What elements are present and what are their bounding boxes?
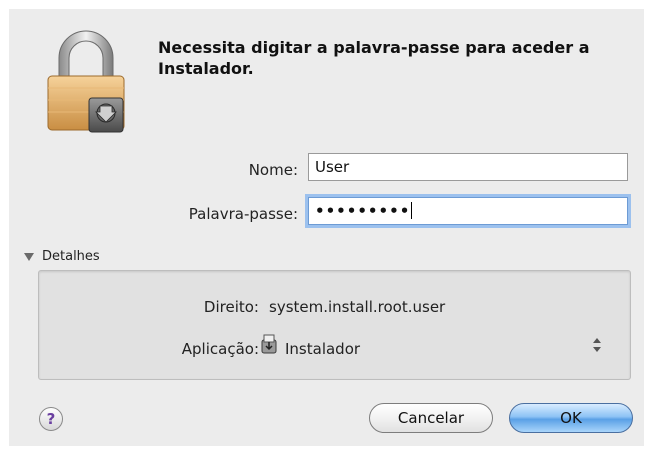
authentication-dialog: Necessita digitar a palavra-passe para a…	[9, 9, 644, 446]
password-label: Palavra-passe:	[188, 205, 298, 223]
name-field[interactable]: User	[308, 153, 628, 181]
installer-icon	[261, 334, 277, 354]
name-label: Nome:	[248, 161, 298, 179]
password-field[interactable]: •••••••••	[308, 197, 628, 225]
password-mask: •••••••••	[315, 202, 411, 220]
cancel-button[interactable]: Cancelar	[369, 403, 493, 433]
name-value: User	[315, 158, 350, 176]
help-button[interactable]: ?	[39, 407, 63, 431]
details-disclosure[interactable]: Detalhes	[24, 249, 100, 264]
application-label: Aplicação:	[181, 340, 259, 358]
details-label: Detalhes	[42, 249, 100, 264]
right-value: system.install.root.user	[269, 298, 446, 316]
right-label: Direito:	[203, 298, 259, 316]
details-panel	[38, 270, 631, 380]
ok-button[interactable]: OK	[509, 403, 633, 433]
disclosure-triangle-icon	[24, 252, 34, 261]
text-caret	[411, 202, 413, 219]
prompt-message: Necessita digitar a palavra-passe para a…	[158, 38, 590, 78]
lock-icon	[47, 30, 125, 133]
application-value: Instalador	[285, 340, 361, 358]
popup-arrows-icon[interactable]	[592, 337, 602, 353]
